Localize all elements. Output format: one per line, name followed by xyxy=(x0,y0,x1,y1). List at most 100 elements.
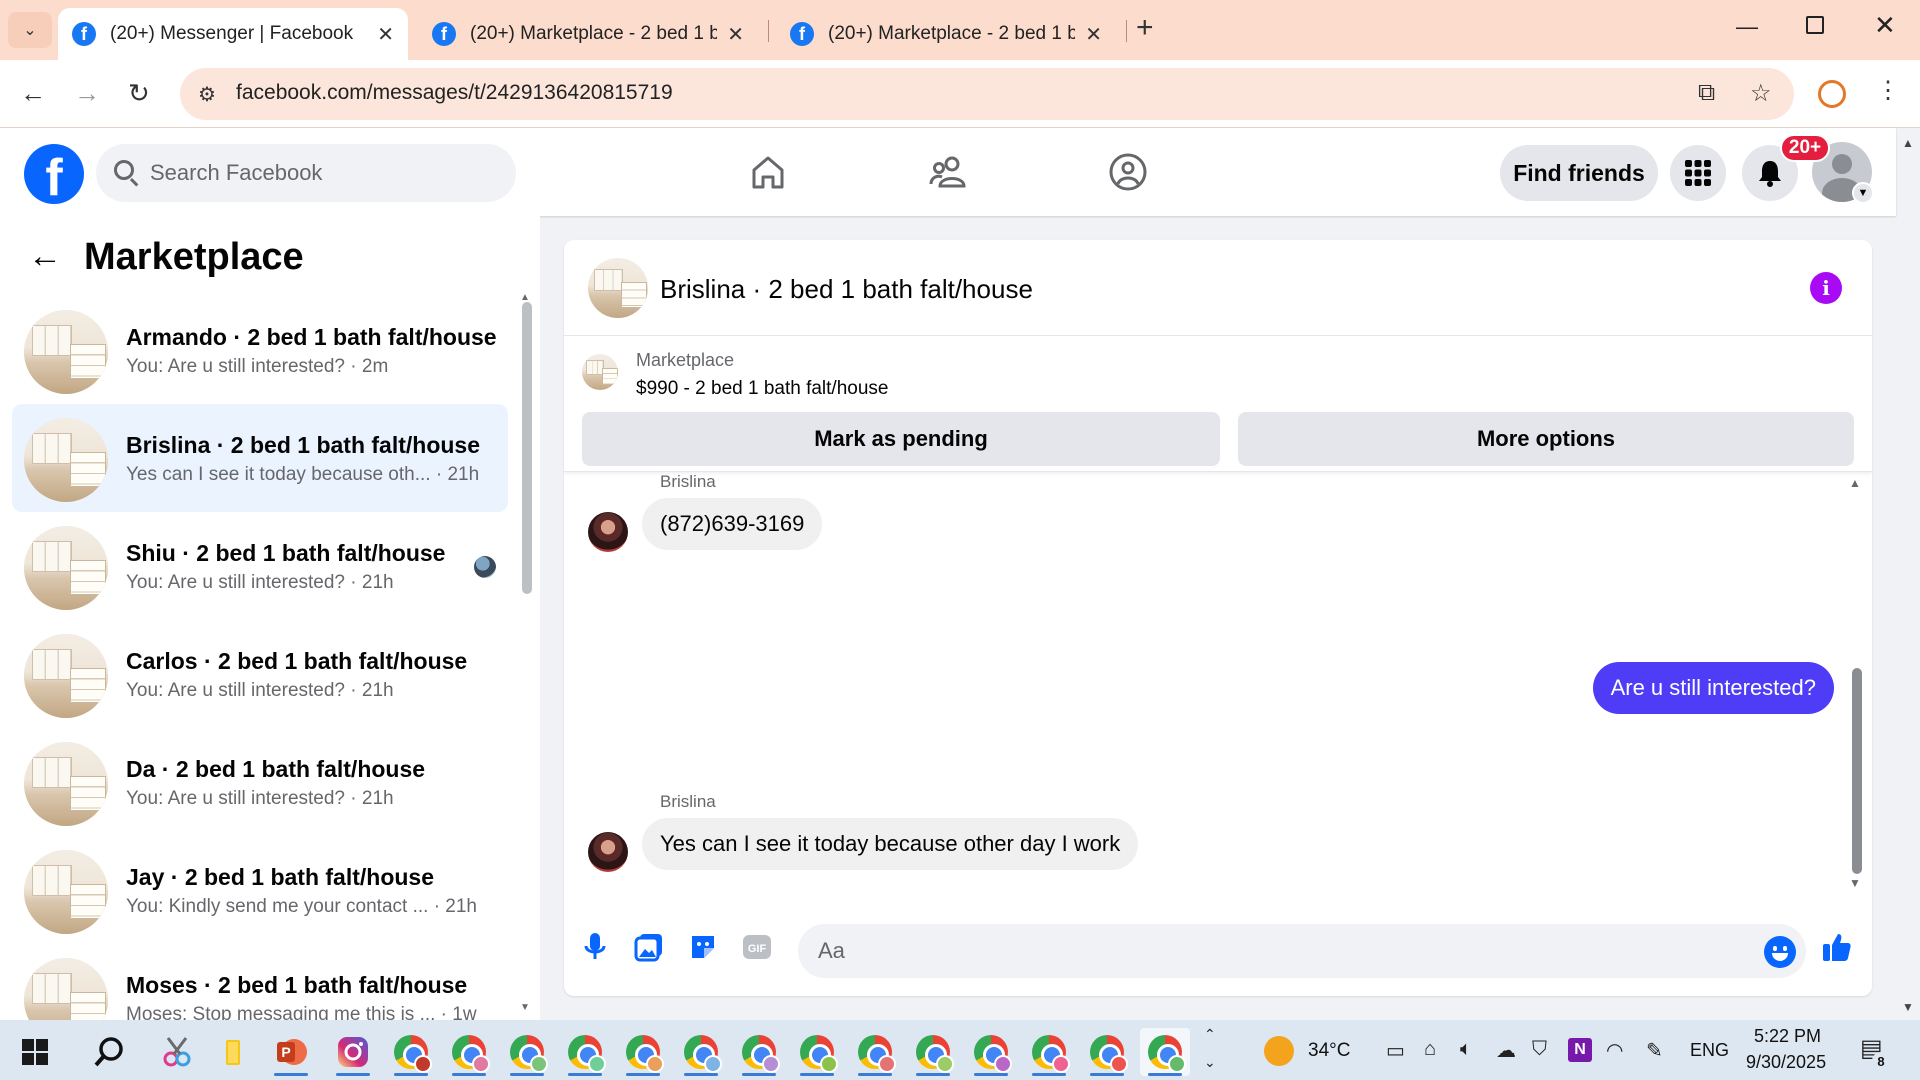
listing-avatar[interactable] xyxy=(588,258,648,318)
clock-date[interactable]: 9/30/2025 xyxy=(1746,1052,1826,1073)
scroll-down-arrow-icon[interactable]: ▼ xyxy=(1849,876,1861,890)
clock-time[interactable]: 5:22 PM xyxy=(1754,1026,1821,1047)
new-tab-button[interactable]: + xyxy=(1136,12,1154,44)
close-window-button[interactable]: ✕ xyxy=(1874,10,1896,41)
onenote-icon[interactable]: N xyxy=(1568,1038,1592,1062)
weather-temperature[interactable]: 34°C xyxy=(1308,1040,1350,1062)
back-arrow-icon[interactable]: ← xyxy=(28,236,62,276)
tab-messenger[interactable]: f (20+) Messenger | Facebook ✕ xyxy=(58,8,408,60)
chevron-down-icon[interactable]: ⌄ xyxy=(1204,1054,1216,1071)
conversation-item[interactable]: Jay · 2 bed 1 bath falt/house You: Kindl… xyxy=(12,836,508,944)
chrome-profile-11-icon[interactable] xyxy=(966,1028,1016,1076)
info-icon[interactable]: i xyxy=(1810,272,1842,304)
weather-sun-icon[interactable] xyxy=(1264,1036,1294,1066)
back-button[interactable]: ← xyxy=(20,78,46,108)
find-friends-button[interactable]: Find friends xyxy=(1500,145,1658,201)
facebook-search[interactable] xyxy=(96,144,516,202)
mark-as-pending-button[interactable]: Mark as pending xyxy=(582,412,1220,466)
home-icon[interactable] xyxy=(746,152,790,192)
menu-grid-button[interactable] xyxy=(1670,145,1726,201)
powerpoint-icon[interactable]: P xyxy=(266,1028,316,1076)
conversation-item[interactable]: Armando · 2 bed 1 bath falt/house You: A… xyxy=(12,296,508,404)
tab-marketplace-2[interactable]: f (20+) Marketplace - 2 bed 1 ba ✕ xyxy=(776,8,1116,60)
site-info-icon[interactable]: ⚙ xyxy=(198,82,216,107)
meet-now-icon[interactable]: ⌂ xyxy=(1424,1038,1436,1061)
pen-icon[interactable]: ✎ xyxy=(1646,1038,1663,1063)
restore-button[interactable] xyxy=(1806,16,1824,34)
incoming-message[interactable]: (872)639-3169 xyxy=(642,498,823,550)
message-thread-scrollbar[interactable] xyxy=(1852,668,1862,874)
search-taskbar-button[interactable] xyxy=(84,1028,134,1076)
wifi-icon[interactable]: ◠ xyxy=(1606,1038,1623,1063)
sender-avatar[interactable] xyxy=(588,832,628,872)
microphone-icon[interactable] xyxy=(578,930,612,964)
tab-title: (20+) Marketplace - 2 bed 1 ba xyxy=(828,23,1076,44)
page-scroll-down-arrow-icon[interactable]: ▼ xyxy=(1902,1000,1914,1014)
outgoing-message[interactable]: Are u still interested? xyxy=(1592,662,1834,714)
conversation-item[interactable]: Carlos · 2 bed 1 bath falt/house You: Ar… xyxy=(12,620,508,728)
tab-divider xyxy=(1126,20,1127,42)
onedrive-icon[interactable]: ☁︎ xyxy=(1496,1038,1516,1063)
chrome-profile-1-icon[interactable] xyxy=(386,1028,436,1076)
conversation-item[interactable]: Shiu · 2 bed 1 bath falt/house You: Are … xyxy=(12,512,508,620)
close-tab-icon[interactable]: ✕ xyxy=(727,22,744,47)
address-bar[interactable]: ⚙ facebook.com/messages/t/24291364208157… xyxy=(180,68,1794,120)
sender-avatar[interactable] xyxy=(588,512,628,552)
scroll-up-arrow-icon[interactable]: ▲ xyxy=(1849,476,1861,490)
emoji-icon[interactable] xyxy=(1764,936,1796,968)
minimize-button[interactable]: — xyxy=(1736,14,1758,40)
security-shield-icon[interactable]: ⛉ xyxy=(1532,1038,1547,1061)
groups-icon[interactable] xyxy=(1106,152,1150,192)
close-tab-icon[interactable]: ✕ xyxy=(1085,22,1102,47)
reload-button[interactable]: ↻ xyxy=(128,78,150,108)
chrome-profile-12-icon[interactable] xyxy=(1024,1028,1074,1076)
message-input[interactable] xyxy=(798,924,1806,978)
scroll-down-arrow-icon[interactable]: ▼ xyxy=(520,1002,530,1013)
forward-button[interactable]: → xyxy=(74,78,100,108)
listing-thumbnail[interactable] xyxy=(582,354,618,390)
speaker-icon[interactable]: 🔈︎ xyxy=(1460,1038,1472,1061)
page-scroll-up-arrow-icon[interactable]: ▲ xyxy=(1902,136,1914,150)
listing-price[interactable]: $990 - 2 bed 1 bath falt/house xyxy=(636,378,888,400)
bookmark-star-icon[interactable]: ☆ xyxy=(1750,79,1772,108)
close-tab-icon[interactable]: ✕ xyxy=(377,22,394,47)
chrome-profile-2-icon[interactable] xyxy=(444,1028,494,1076)
chrome-profile-13-icon[interactable] xyxy=(1082,1028,1132,1076)
chat-title[interactable]: Brislina · 2 bed 1 bath falt/house xyxy=(660,274,1033,305)
photo-icon[interactable] xyxy=(632,930,666,964)
chrome-profile-6-icon[interactable] xyxy=(676,1028,726,1076)
friends-icon[interactable] xyxy=(926,152,970,192)
chrome-profile-10-icon[interactable] xyxy=(908,1028,958,1076)
file-explorer-icon[interactable] xyxy=(208,1028,258,1076)
tab-marketplace-1[interactable]: f (20+) Marketplace - 2 bed 1 ba ✕ xyxy=(418,8,758,60)
chrome-profile-7-icon[interactable] xyxy=(734,1028,784,1076)
search-input[interactable] xyxy=(150,144,500,202)
chrome-profile-5-icon[interactable] xyxy=(618,1028,668,1076)
profile-icon[interactable] xyxy=(1818,80,1846,108)
tab-search-button[interactable]: ⌄ xyxy=(8,12,52,48)
incoming-message[interactable]: Yes can I see it today because other day… xyxy=(642,818,1139,870)
more-options-button[interactable]: More options xyxy=(1238,412,1854,466)
input-language[interactable]: ENG xyxy=(1690,1040,1729,1061)
thumbs-up-icon[interactable] xyxy=(1820,930,1854,964)
conversation-item[interactable]: Da · 2 bed 1 bath falt/house You: Are u … xyxy=(12,728,508,836)
facebook-logo-icon[interactable]: f xyxy=(24,144,84,204)
chrome-profile-8-icon[interactable] xyxy=(792,1028,842,1076)
conversation-list-scrollbar[interactable] xyxy=(522,302,532,594)
instagram-icon[interactable] xyxy=(328,1028,378,1076)
gif-icon[interactable]: GIF xyxy=(740,930,774,964)
battery-icon[interactable]: ▭ xyxy=(1386,1038,1405,1063)
chevron-up-icon[interactable]: ⌃ xyxy=(1204,1026,1216,1043)
chrome-profile-3-icon[interactable] xyxy=(502,1028,552,1076)
chrome-profile-4-icon[interactable] xyxy=(560,1028,610,1076)
chrome-profile-9-icon[interactable] xyxy=(850,1028,900,1076)
conversation-item-active[interactable]: Brislina · 2 bed 1 bath falt/house Yes c… xyxy=(12,404,508,512)
snipping-tool-icon[interactable] xyxy=(152,1028,202,1076)
sticker-icon[interactable] xyxy=(686,930,720,964)
start-button[interactable] xyxy=(10,1028,60,1076)
chrome-active-window-icon[interactable] xyxy=(1140,1028,1190,1076)
chevron-down-icon[interactable]: ▼ xyxy=(1852,182,1874,204)
install-app-icon[interactable]: ⧉ xyxy=(1698,79,1715,107)
browser-menu-icon[interactable]: ⋮ xyxy=(1876,76,1900,105)
url-text[interactable]: facebook.com/messages/t/2429136420815719 xyxy=(236,81,673,105)
